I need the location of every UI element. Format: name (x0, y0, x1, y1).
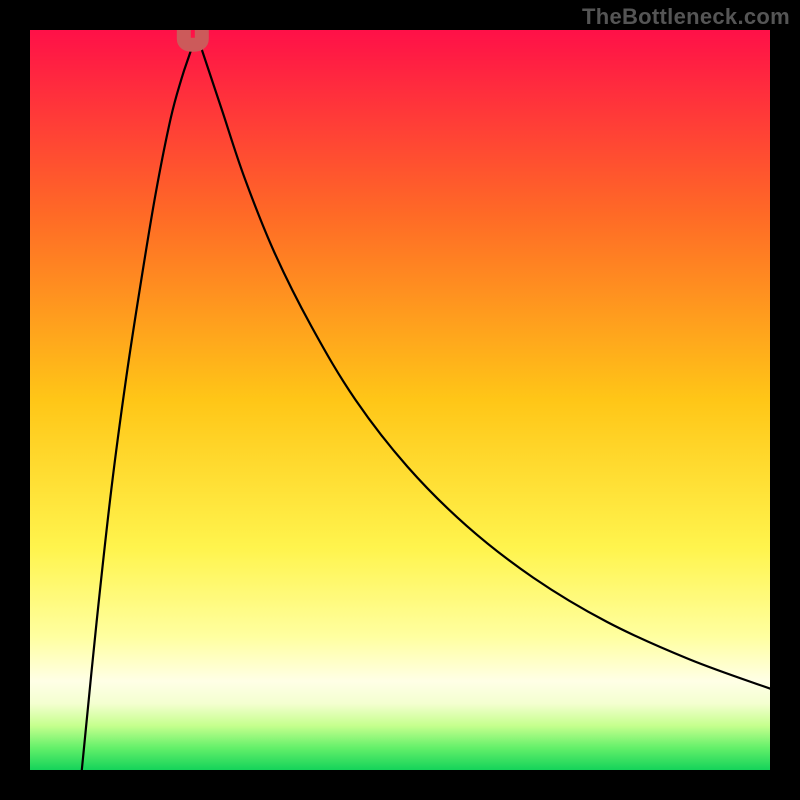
chart-svg (30, 30, 770, 770)
chart-stage: TheBottleneck.com (0, 0, 800, 800)
gradient-background (30, 30, 770, 770)
watermark-text: TheBottleneck.com (582, 4, 790, 30)
plot-area (30, 30, 770, 770)
